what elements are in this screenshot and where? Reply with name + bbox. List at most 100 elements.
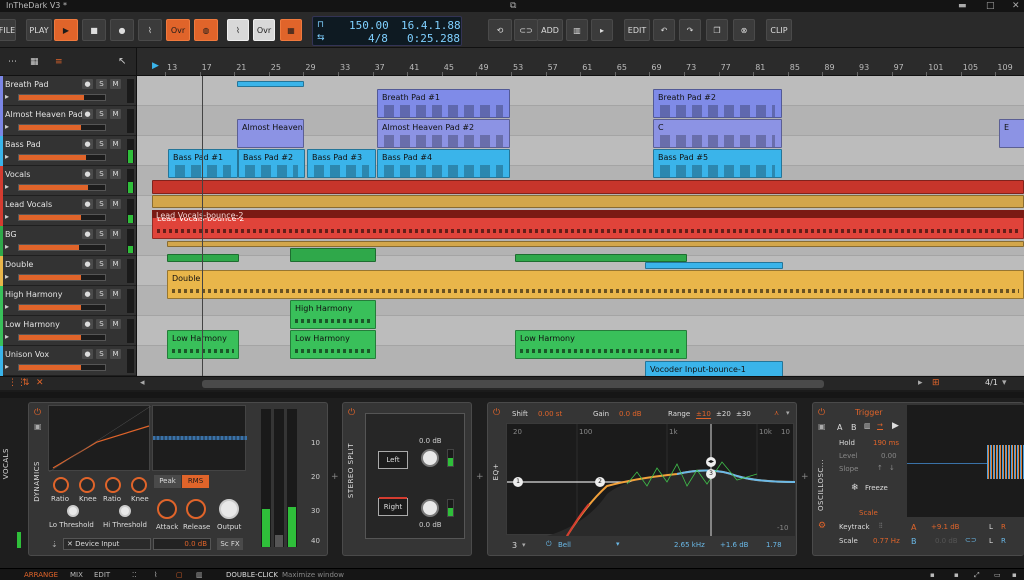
position-time[interactable]: 0:25.288 bbox=[407, 32, 460, 45]
clip-bg-4[interactable] bbox=[645, 262, 783, 269]
volume-fader[interactable] bbox=[18, 304, 106, 311]
band-power-icon[interactable]: ⏻ bbox=[546, 540, 552, 549]
track-name[interactable]: Vocals bbox=[5, 170, 30, 179]
track-name[interactable]: Unison Vox bbox=[5, 350, 49, 359]
volume-fader[interactable] bbox=[18, 94, 106, 101]
clip-low-harmony-1[interactable]: Low Harmony bbox=[167, 330, 239, 359]
volume-fader[interactable] bbox=[18, 154, 106, 161]
transfer-curve-graph[interactable] bbox=[48, 405, 152, 473]
track-name[interactable]: Bass Pad bbox=[5, 140, 41, 149]
arm-button[interactable]: ● bbox=[82, 139, 93, 149]
solo-button[interactable]: S bbox=[96, 349, 107, 359]
arm-button[interactable]: ● bbox=[82, 199, 93, 209]
hi-ratio-knob[interactable] bbox=[105, 477, 121, 493]
clip-breath-pad-1[interactable]: Breath Pad #1 bbox=[377, 89, 510, 118]
copy-button[interactable]: ❐ bbox=[706, 19, 728, 41]
loop-button[interactable]: ⊂⊃ bbox=[514, 19, 538, 41]
solo-button[interactable]: S bbox=[96, 229, 107, 239]
metronome-button[interactable]: ▦ bbox=[280, 19, 302, 41]
solo-button[interactable]: S bbox=[96, 109, 107, 119]
volume-fader[interactable] bbox=[18, 184, 106, 191]
hi-knee-knob[interactable] bbox=[131, 477, 147, 493]
mix-view-tab[interactable]: MIX bbox=[70, 571, 83, 579]
clip-heaven-1[interactable]: Almost Heaven Pa bbox=[237, 119, 304, 148]
add-button[interactable]: ADD bbox=[537, 19, 563, 41]
clip-vocoder-input[interactable]: Vocoder Input-bounce-1 bbox=[645, 361, 783, 376]
clip-bg-1[interactable] bbox=[167, 254, 239, 262]
band-type-dropdown-icon[interactable]: ▾ bbox=[616, 540, 620, 548]
solo-button[interactable]: S bbox=[96, 259, 107, 269]
clip-heaven-3[interactable]: C bbox=[653, 119, 782, 148]
arm-button[interactable]: ● bbox=[82, 169, 93, 179]
attack-knob[interactable] bbox=[157, 499, 177, 519]
clip-high-harmony[interactable]: High Harmony bbox=[290, 300, 376, 329]
arranger-lanes[interactable]: Breath Pad #1 Breath Pad #2 Almost Heave… bbox=[137, 76, 1024, 376]
gain-value[interactable]: 0.0 dB bbox=[619, 410, 642, 418]
volume-fader[interactable] bbox=[18, 244, 106, 251]
transport-display[interactable]: ⊓ ⇆ 150.00 4/8 16.4.1.88 0:25.288 bbox=[312, 16, 462, 46]
automation-overdub-button[interactable]: ⌇ bbox=[227, 19, 249, 41]
piano-button[interactable]: ▥ bbox=[566, 19, 588, 41]
scale-value[interactable]: 0.77 Hz bbox=[873, 537, 900, 545]
track-header[interactable]: Breath Pad ● S M ▸ bbox=[0, 76, 136, 106]
lo-knee-knob[interactable] bbox=[79, 477, 95, 493]
mute-button[interactable]: M bbox=[110, 199, 121, 209]
automation-view-icon[interactable]: ⌇ bbox=[154, 571, 157, 579]
sidechain-icon[interactable]: ⇣ bbox=[51, 540, 58, 549]
track-name[interactable]: Breath Pad bbox=[5, 80, 49, 89]
add-device-icon-3[interactable]: + bbox=[801, 472, 809, 482]
freeze-icon[interactable]: ❄ bbox=[851, 483, 859, 493]
delete-button[interactable]: ⊗ bbox=[733, 19, 755, 41]
trigger-single-icon[interactable]: ▶ bbox=[892, 421, 899, 431]
tempo-value[interactable]: 150.00 bbox=[349, 19, 389, 32]
left-chain-button[interactable]: Left bbox=[378, 451, 408, 469]
freeze-label[interactable]: Freeze bbox=[865, 484, 888, 492]
clip-bass-pad-1[interactable]: Bass Pad #1 bbox=[168, 149, 238, 178]
channel-b-r[interactable]: R bbox=[1001, 537, 1006, 545]
mute-button[interactable]: M bbox=[110, 79, 121, 89]
keytrack-icon[interactable]: ⫶⫶ bbox=[879, 522, 883, 531]
play-start-marker-icon[interactable]: ▶ bbox=[152, 61, 159, 71]
arm-button[interactable]: ● bbox=[82, 259, 93, 269]
sort-icon[interactable]: ⇅ bbox=[22, 378, 30, 388]
clip-heaven-2[interactable]: Almost Heaven Pad #2 bbox=[377, 119, 510, 148]
menu-icon[interactable]: ⋯ bbox=[8, 57, 17, 67]
slope-up-icon[interactable]: ↑ bbox=[877, 464, 883, 472]
mixer-view-icon[interactable]: ▥ bbox=[196, 571, 203, 579]
arm-button[interactable]: ● bbox=[82, 229, 93, 239]
clip-bg-gold[interactable] bbox=[167, 241, 1024, 247]
lo-threshold-knob[interactable] bbox=[67, 505, 79, 517]
track-header[interactable]: Double ● S M ▸ bbox=[0, 256, 136, 286]
lo-ratio-knob[interactable] bbox=[53, 477, 69, 493]
playhead[interactable] bbox=[202, 76, 203, 376]
clip-bass-pad-4[interactable]: Bass Pad #4 bbox=[377, 149, 510, 178]
volume-fader[interactable] bbox=[18, 334, 106, 341]
eq-band-1-handle[interactable]: 1 bbox=[513, 477, 523, 487]
restore-icon[interactable]: ⧉ bbox=[510, 1, 516, 11]
browser-icon[interactable]: ▪ bbox=[930, 571, 935, 579]
sidechain-gain-field[interactable]: 0.0 dB bbox=[153, 538, 211, 550]
range-20-button[interactable]: ±20 bbox=[716, 410, 731, 418]
volume-fader[interactable] bbox=[18, 274, 106, 281]
loop-icon[interactable]: ⊓ bbox=[317, 20, 324, 30]
arm-button[interactable]: ● bbox=[82, 319, 93, 329]
solo-button[interactable]: S bbox=[96, 289, 107, 299]
release-knob[interactable] bbox=[186, 499, 206, 519]
inspector-icon[interactable]: ▪ bbox=[954, 571, 959, 579]
channel-a-gain[interactable]: +9.1 dB bbox=[931, 523, 959, 531]
band-frequency[interactable]: 2.65 kHz bbox=[674, 541, 705, 549]
tempo-icon[interactable]: ⇆ bbox=[317, 33, 325, 43]
power-icon[interactable]: ⏻ bbox=[818, 408, 825, 418]
edit-button[interactable]: EDIT bbox=[624, 19, 650, 41]
trigger-b-button[interactable]: B bbox=[851, 423, 857, 432]
track-name[interactable]: Double bbox=[5, 260, 33, 269]
range-10-button[interactable]: ±10 bbox=[696, 410, 711, 419]
mute-button[interactable]: M bbox=[110, 319, 121, 329]
eq-menu-icon[interactable]: ▾ bbox=[786, 409, 790, 417]
volume-fader[interactable] bbox=[18, 364, 106, 371]
close-window-icon[interactable]: ✕ bbox=[1012, 1, 1020, 11]
scroll-right-icon[interactable]: ▸ bbox=[918, 378, 923, 388]
right-gain-knob[interactable] bbox=[421, 499, 439, 517]
track-name[interactable]: High Harmony bbox=[5, 290, 63, 299]
stop-button[interactable]: ■ bbox=[82, 19, 106, 41]
